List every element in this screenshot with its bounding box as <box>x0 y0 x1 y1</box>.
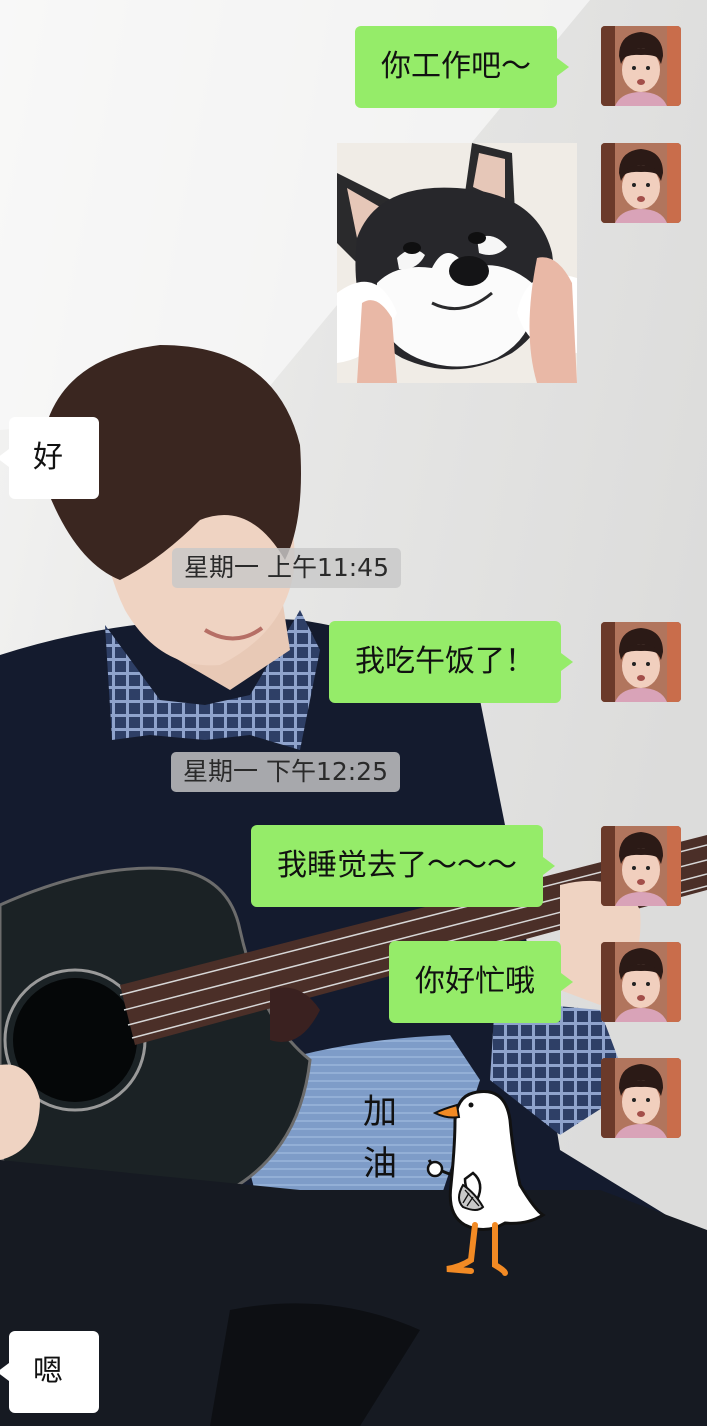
timestamp-text: 星期一 下午12:25 <box>183 757 388 786</box>
message-bubble-sent[interactable]: 你好忙哦 <box>389 941 573 1023</box>
duck-cheer-sticker: 加 油 <box>363 1090 546 1276</box>
message-text: 嗯 <box>33 1354 63 1389</box>
message-text: 我睡觉去了～～～ <box>277 848 517 883</box>
message-text: 好 <box>33 440 63 475</box>
sticker-caption-char: 加 <box>363 1092 397 1132</box>
image-message-dog[interactable] <box>337 143 577 383</box>
user-avatar[interactable] <box>601 942 681 1022</box>
message-bubble-sent[interactable]: 我睡觉去了～～～ <box>251 825 555 907</box>
message-bubble-sent[interactable]: 我吃午饭了！ <box>329 621 573 703</box>
husky-dog-image <box>337 143 577 383</box>
timestamp: 星期一 上午11:45 <box>172 548 401 588</box>
timestamp-text: 星期一 上午11:45 <box>184 553 389 582</box>
message-text: 我吃午饭了！ <box>355 644 535 679</box>
user-avatar[interactable] <box>601 143 681 223</box>
message-text: 你工作吧～ <box>381 49 531 84</box>
user-avatar[interactable] <box>601 622 681 702</box>
user-avatar[interactable] <box>601 826 681 906</box>
timestamp: 星期一 下午12:25 <box>171 752 400 792</box>
message-bubble-received[interactable]: 嗯 <box>0 1331 99 1413</box>
message-text: 你好忙哦 <box>415 964 535 999</box>
message-bubble-sent[interactable]: 你工作吧～ <box>355 26 569 108</box>
user-avatar[interactable] <box>601 26 681 106</box>
user-avatar[interactable] <box>601 1058 681 1138</box>
sticker-caption-char: 油 <box>363 1144 397 1184</box>
message-bubble-received[interactable]: 好 <box>0 417 99 499</box>
sticker-message-duck[interactable]: 加 油 <box>355 1075 555 1285</box>
